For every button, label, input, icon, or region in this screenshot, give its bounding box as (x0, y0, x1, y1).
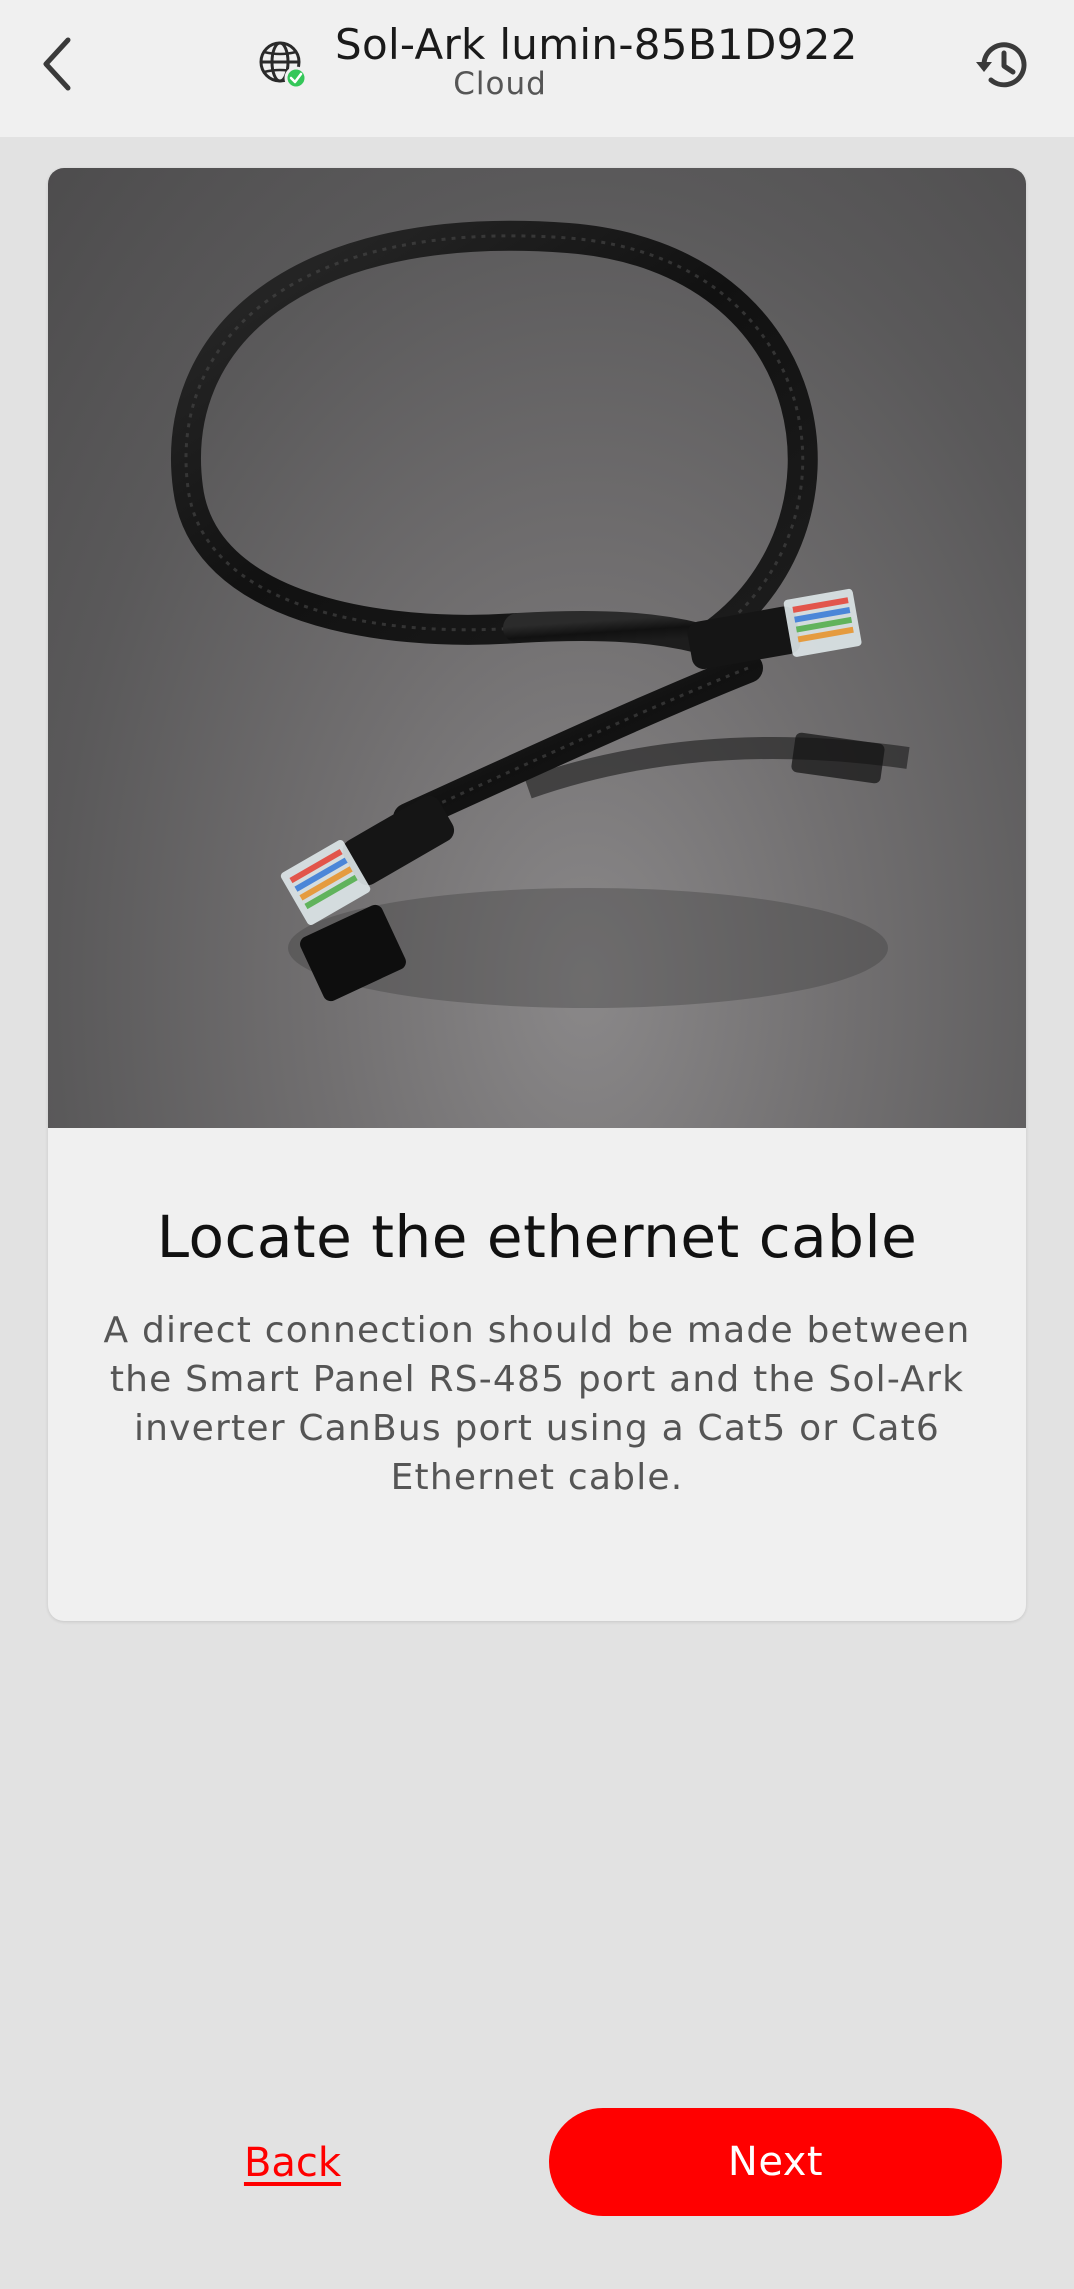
card-title: Locate the ethernet cable (156, 1203, 918, 1271)
history-button[interactable] (968, 30, 1038, 100)
top-app-bar: Sol-Ark lumin-85B1D922 Cloud (0, 0, 1074, 137)
back-chevron-button[interactable] (30, 28, 86, 100)
card-description: A direct connection should be made betwe… (103, 1310, 971, 1498)
chevron-left-icon (43, 37, 71, 91)
globe-check-icon (256, 38, 310, 92)
ethernet-cable-photo (48, 168, 1026, 1128)
history-icon (976, 42, 1027, 88)
device-header: Sol-Ark lumin-85B1D922 Cloud (250, 16, 857, 106)
instruction-card: Locate the ethernet cable A direct conne… (48, 168, 1026, 1621)
next-button[interactable]: Next (549, 2108, 1002, 2216)
back-link-button[interactable]: Back (190, 2108, 395, 2218)
connection-label: Cloud (453, 66, 547, 102)
device-name: Sol-Ark lumin-85B1D922 (335, 20, 858, 69)
